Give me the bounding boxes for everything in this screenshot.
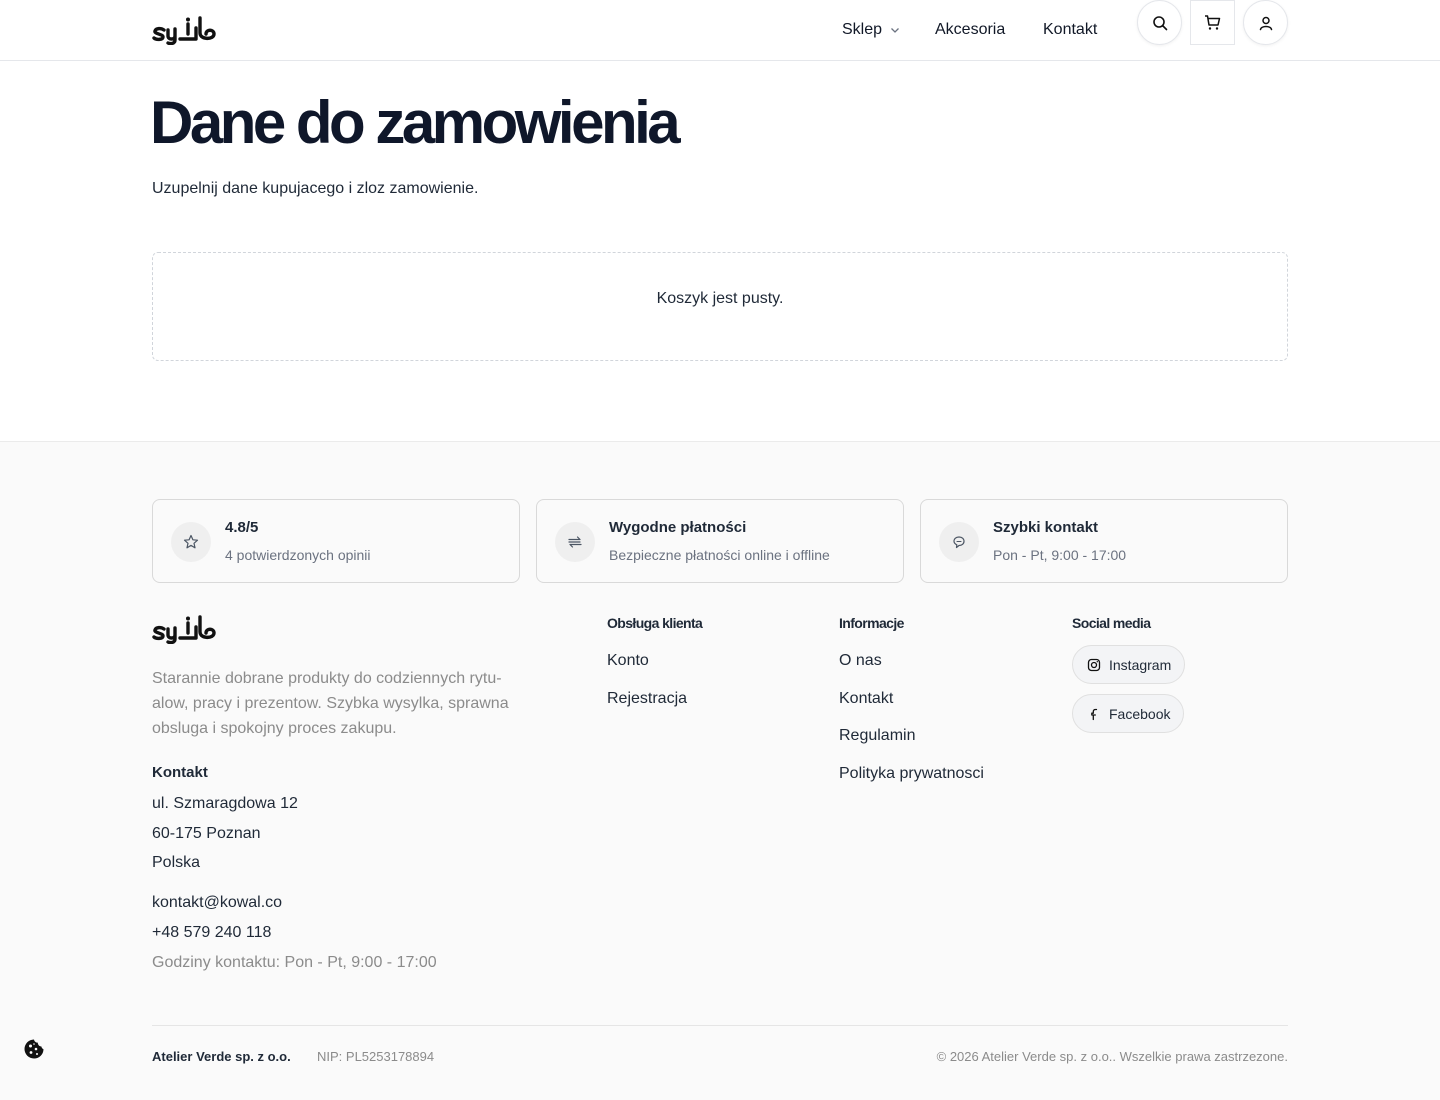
arrows-icon (555, 522, 595, 562)
nav-shop-label: Sklep (842, 21, 883, 38)
nav-accessories-label: Akcesoria (935, 21, 1006, 38)
feature-title: Wygodne płatności (609, 519, 747, 536)
nav-contact-label: Kontakt (1043, 21, 1098, 38)
contact-country: Polska (152, 854, 201, 871)
feature-title: Szybki kontakt (993, 519, 1099, 536)
page-title: Dane do zamowienia (150, 89, 681, 156)
star-icon (171, 522, 211, 562)
facebook-icon (1091, 708, 1098, 720)
contact-heading: Kontakt (152, 764, 208, 781)
search-button[interactable] (1137, 0, 1182, 45)
cart-icon (1205, 15, 1221, 30)
feature-subtitle: 4 potwierdzonych opinii (225, 547, 371, 563)
search-icon (1152, 15, 1167, 30)
instagram-button[interactable]: Instagram (1072, 645, 1186, 684)
feature-subtitle: Bezpieczne płatności online i offline (609, 547, 830, 563)
footer-link-terms[interactable]: Regulamin (839, 727, 915, 745)
footer-divider (152, 1025, 1288, 1026)
copyright-notice: © 2026 Atelier Verde sp. z o.o.. Wszelki… (936, 1049, 1288, 1064)
contact-phone-link[interactable]: +48 579 240 118 (152, 924, 271, 942)
contact-street: ul. Szmaragdowa 12 (152, 795, 298, 812)
feature-subtitle: Pon - Pt, 9:00 - 17:00 (993, 547, 1127, 563)
footer-link-contact[interactable]: Kontakt (839, 690, 893, 708)
facebook-button[interactable]: Facebook (1072, 694, 1185, 733)
instagram-icon (1087, 658, 1101, 671)
footer-description: Starannie dobrane produkty do codziennyc… (152, 670, 509, 737)
service-column-heading: Obsługa klienta (607, 615, 703, 631)
feature-contact: Szybki kontakt Pon - Pt, 9:00 - 17:00 (920, 499, 1288, 583)
footer-link-privacy[interactable]: Polityka prywatnosci (839, 765, 984, 783)
nav-contact[interactable]: Kontakt (1043, 20, 1097, 40)
social-column-heading: Social media (1072, 615, 1151, 631)
company-nip: NIP: PL5253178894 (317, 1049, 435, 1064)
account-button[interactable] (1243, 0, 1288, 45)
cart-button[interactable] (1190, 0, 1235, 45)
empty-cart-message: Koszyk jest pusty. (656, 289, 784, 307)
chat-icon (939, 522, 979, 562)
feature-rating: 4.8/5 4 potwierdzonych opinii (152, 499, 520, 583)
chevron-down-icon (891, 28, 899, 33)
feature-title: 4.8/5 (225, 519, 259, 536)
brand-logo[interactable] (152, 15, 218, 45)
footer-brand-logo[interactable] (152, 614, 218, 644)
nav-accessories[interactable]: Akcesoria (935, 20, 1005, 40)
site-header: Sklep Akcesoria Kontakt (0, 0, 1440, 61)
page-subtitle: Uzupelnij dane kupujacego i zloz zamowie… (152, 180, 479, 197)
feature-payments: Wygodne płatności Bezpieczne płatności o… (536, 499, 904, 583)
contact-email-link[interactable]: kontakt@kowal.co (152, 894, 282, 912)
footer-link-register[interactable]: Rejestracja (607, 690, 687, 708)
footer-link-account[interactable]: Konto (607, 652, 649, 670)
footer-link-about[interactable]: O nas (839, 652, 882, 670)
site-footer: 4.8/5 4 potwierdzonych opinii Wygodne pł… (0, 441, 1440, 1100)
cookie-settings-icon[interactable] (22, 1037, 46, 1061)
contact-city: 60-175 Poznan (152, 825, 261, 842)
facebook-label: Facebook (1109, 705, 1171, 722)
contact-hours: Godziny kontaktu: Pon - Pt, 9:00 - 17:00 (152, 954, 437, 971)
instagram-label: Instagram (1109, 656, 1172, 673)
company-name: Atelier Verde sp. z o.o. (152, 1049, 291, 1064)
user-icon (1259, 16, 1272, 30)
nav-shop[interactable]: Sklep (842, 20, 900, 40)
info-column-heading: Informacje (839, 615, 904, 631)
empty-cart-box: Koszyk jest pusty. (152, 252, 1288, 361)
